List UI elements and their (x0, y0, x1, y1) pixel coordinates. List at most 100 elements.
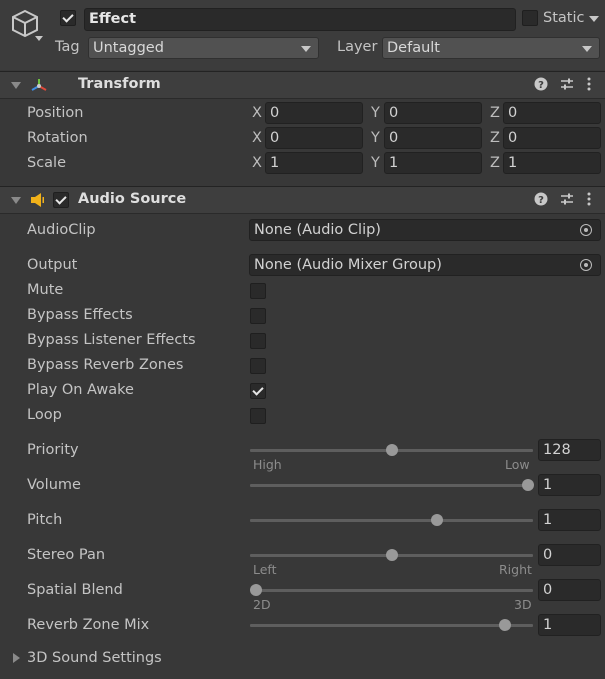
stereo-pan-slider-thumb[interactable] (385, 549, 398, 561)
tag-value: Untagged (93, 40, 164, 56)
chevron-down-icon (582, 46, 592, 52)
kebab-menu-icon[interactable] (586, 77, 602, 93)
axis-z-label[interactable]: Z (490, 155, 500, 171)
scale-label: Scale (27, 155, 67, 171)
audio-clip-field[interactable]: None (Audio Clip) (249, 219, 601, 241)
sliders-icon[interactable] (560, 192, 576, 208)
transform-header[interactable]: Transform ? (0, 71, 605, 99)
speaker-icon (31, 193, 44, 207)
axis-y-label[interactable]: Y (371, 105, 380, 121)
mute-label: Mute (27, 282, 64, 298)
bypass-listener-effects-checkbox[interactable] (250, 333, 266, 349)
scale-y-field[interactable]: 1 (384, 152, 482, 174)
scale-x-field[interactable]: 1 (265, 152, 363, 174)
tag-dropdown[interactable]: Untagged (88, 37, 319, 59)
volume-slider-thumb[interactable] (522, 479, 534, 491)
transform-axes-icon (31, 79, 47, 91)
spatial-blend-slider[interactable] (250, 584, 533, 596)
volume-label: Volume (27, 477, 81, 493)
audio-source-header[interactable]: Audio Source ? (0, 186, 605, 214)
kebab-menu-icon[interactable] (586, 192, 602, 208)
sound-settings-foldout[interactable]: 3D Sound Settings (0, 647, 605, 671)
priority-max-label: Low (505, 457, 530, 472)
static-dropdown-caret-icon[interactable] (589, 16, 599, 22)
position-x-field[interactable]: 0 (265, 102, 363, 124)
active-checkbox[interactable] (60, 10, 76, 26)
tag-label: Tag (55, 39, 80, 55)
position-y-field[interactable]: 0 (384, 102, 482, 124)
spatial-blend-slider-thumb[interactable] (250, 584, 262, 596)
static-checkbox[interactable] (522, 10, 538, 26)
rotation-z-field[interactable]: 0 (503, 127, 601, 149)
cube-icon (12, 9, 38, 38)
bypass-reverb-zones-checkbox[interactable] (250, 358, 266, 374)
reverb-zone-mix-slider[interactable] (250, 619, 533, 631)
object-picker-icon[interactable] (580, 224, 592, 236)
axis-y-label[interactable]: Y (371, 130, 380, 146)
scale-z-field[interactable]: 1 (503, 152, 601, 174)
chevron-right-icon[interactable] (13, 653, 20, 663)
transform-title: Transform (78, 76, 161, 92)
foldout-arrow-icon[interactable] (11, 197, 21, 204)
priority-min-label: High (253, 457, 282, 472)
loop-label: Loop (27, 407, 62, 423)
help-icon[interactable]: ? (534, 192, 550, 208)
axis-x-label[interactable]: X (252, 130, 262, 146)
reverb-zone-mix-value-field[interactable]: 1 (538, 614, 601, 636)
object-picker-icon[interactable] (580, 259, 592, 271)
rotation-y-field[interactable]: 0 (384, 127, 482, 149)
bypass-effects-label: Bypass Effects (27, 307, 133, 323)
axis-z-label[interactable]: Z (490, 105, 500, 121)
axis-x-label[interactable]: X (252, 105, 262, 121)
stereo-pan-label: Stereo Pan (27, 547, 106, 563)
axis-y-label[interactable]: Y (371, 155, 380, 171)
priority-slider-thumb[interactable] (385, 444, 398, 456)
position-z-field[interactable]: 0 (503, 102, 601, 124)
static-label: Static (543, 10, 585, 26)
chevron-down-icon (301, 46, 311, 52)
pitch-slider-thumb[interactable] (430, 514, 443, 526)
layer-dropdown[interactable]: Default (382, 37, 600, 59)
priority-value-field[interactable]: 128 (538, 439, 601, 461)
audio-clip-label: AudioClip (27, 222, 96, 238)
svg-text:?: ? (538, 80, 544, 91)
spatial-blend-max-label: 3D (514, 597, 532, 612)
sound-settings-label: 3D Sound Settings (27, 650, 162, 666)
volume-value-field[interactable]: 1 (538, 474, 601, 496)
audio-clip-value: None (Audio Clip) (254, 222, 381, 238)
spatial-blend-min-label: 2D (253, 597, 271, 612)
pitch-value-field[interactable]: 1 (538, 509, 601, 531)
volume-slider[interactable] (250, 479, 534, 491)
priority-label: Priority (27, 442, 79, 458)
bypass-reverb-zones-label: Bypass Reverb Zones (27, 357, 184, 373)
axis-z-label[interactable]: Z (490, 130, 500, 146)
sliders-icon[interactable] (560, 77, 576, 93)
output-value: None (Audio Mixer Group) (254, 257, 442, 273)
svg-text:?: ? (538, 195, 544, 206)
play-on-awake-label: Play On Awake (27, 382, 134, 398)
reverb-zone-mix-slider-thumb[interactable] (498, 619, 511, 631)
play-on-awake-checkbox[interactable] (250, 383, 266, 399)
rotation-x-field[interactable]: 0 (265, 127, 363, 149)
stereo-pan-slider[interactable] (250, 549, 533, 561)
priority-slider[interactable] (250, 444, 533, 456)
stereo-pan-max-label: Right (499, 562, 532, 577)
mute-checkbox[interactable] (250, 283, 266, 299)
bypass-effects-checkbox[interactable] (250, 308, 266, 324)
object-name-field[interactable]: Effect (84, 8, 516, 31)
foldout-arrow-icon[interactable] (11, 82, 21, 89)
loop-checkbox[interactable] (250, 408, 266, 424)
spatial-blend-value-field[interactable]: 0 (538, 579, 601, 601)
audio-source-enabled-checkbox[interactable] (53, 192, 69, 208)
axis-x-label[interactable]: X (252, 155, 262, 171)
layer-value: Default (387, 40, 440, 56)
icon-dropdown-caret-icon[interactable] (35, 36, 43, 41)
audio-source-title: Audio Source (78, 191, 187, 207)
stereo-pan-value-field[interactable]: 0 (538, 544, 601, 566)
help-icon[interactable]: ? (534, 77, 550, 93)
output-field[interactable]: None (Audio Mixer Group) (249, 254, 601, 276)
spatial-blend-label: Spatial Blend (27, 582, 123, 598)
pitch-slider[interactable] (250, 514, 533, 526)
rotation-label: Rotation (27, 130, 88, 146)
pitch-label: Pitch (27, 512, 63, 528)
